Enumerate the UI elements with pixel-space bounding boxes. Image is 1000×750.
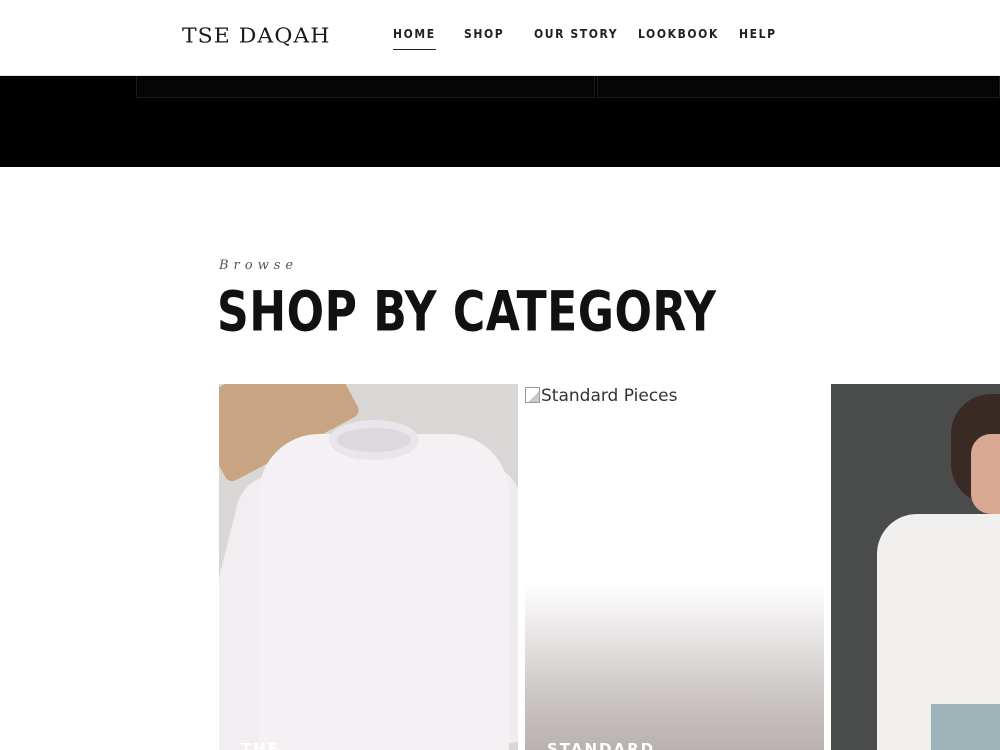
category-card[interactable]: Standard Pieces STANDARD (525, 384, 824, 750)
hero-banner (0, 76, 1000, 167)
category-card[interactable]: THE (219, 384, 518, 750)
brand-logo[interactable]: TSE DAQAH (182, 25, 330, 48)
banner-tile (597, 76, 1000, 98)
category-card-label: THE (241, 740, 281, 750)
model-image (971, 434, 1000, 514)
card-overlay (525, 584, 824, 750)
broken-image-icon (525, 387, 540, 403)
nav-home[interactable]: HOME (393, 27, 436, 50)
banner-tile (136, 76, 595, 98)
section-title: SHOP BY CATEGORY (217, 280, 717, 344)
nav-help[interactable]: HELP (739, 27, 777, 41)
section-eyebrow: Browse (219, 258, 299, 273)
broken-image: Standard Pieces (525, 386, 677, 406)
category-card[interactable] (831, 384, 1000, 750)
nav-shop[interactable]: SHOP (464, 27, 504, 41)
image-alt-text: Standard Pieces (541, 386, 678, 406)
category-card-label: STANDARD (547, 740, 656, 750)
sweatshirt-collar (329, 420, 419, 460)
sweatshirt-image (259, 434, 509, 750)
model-image (931, 704, 1000, 750)
site-header: TSE DAQAH HOME SHOP OUR STORY LOOKBOOK H… (0, 0, 1000, 76)
nav-lookbook[interactable]: LOOKBOOK (638, 27, 719, 41)
nav-our-story[interactable]: OUR STORY (534, 27, 618, 41)
